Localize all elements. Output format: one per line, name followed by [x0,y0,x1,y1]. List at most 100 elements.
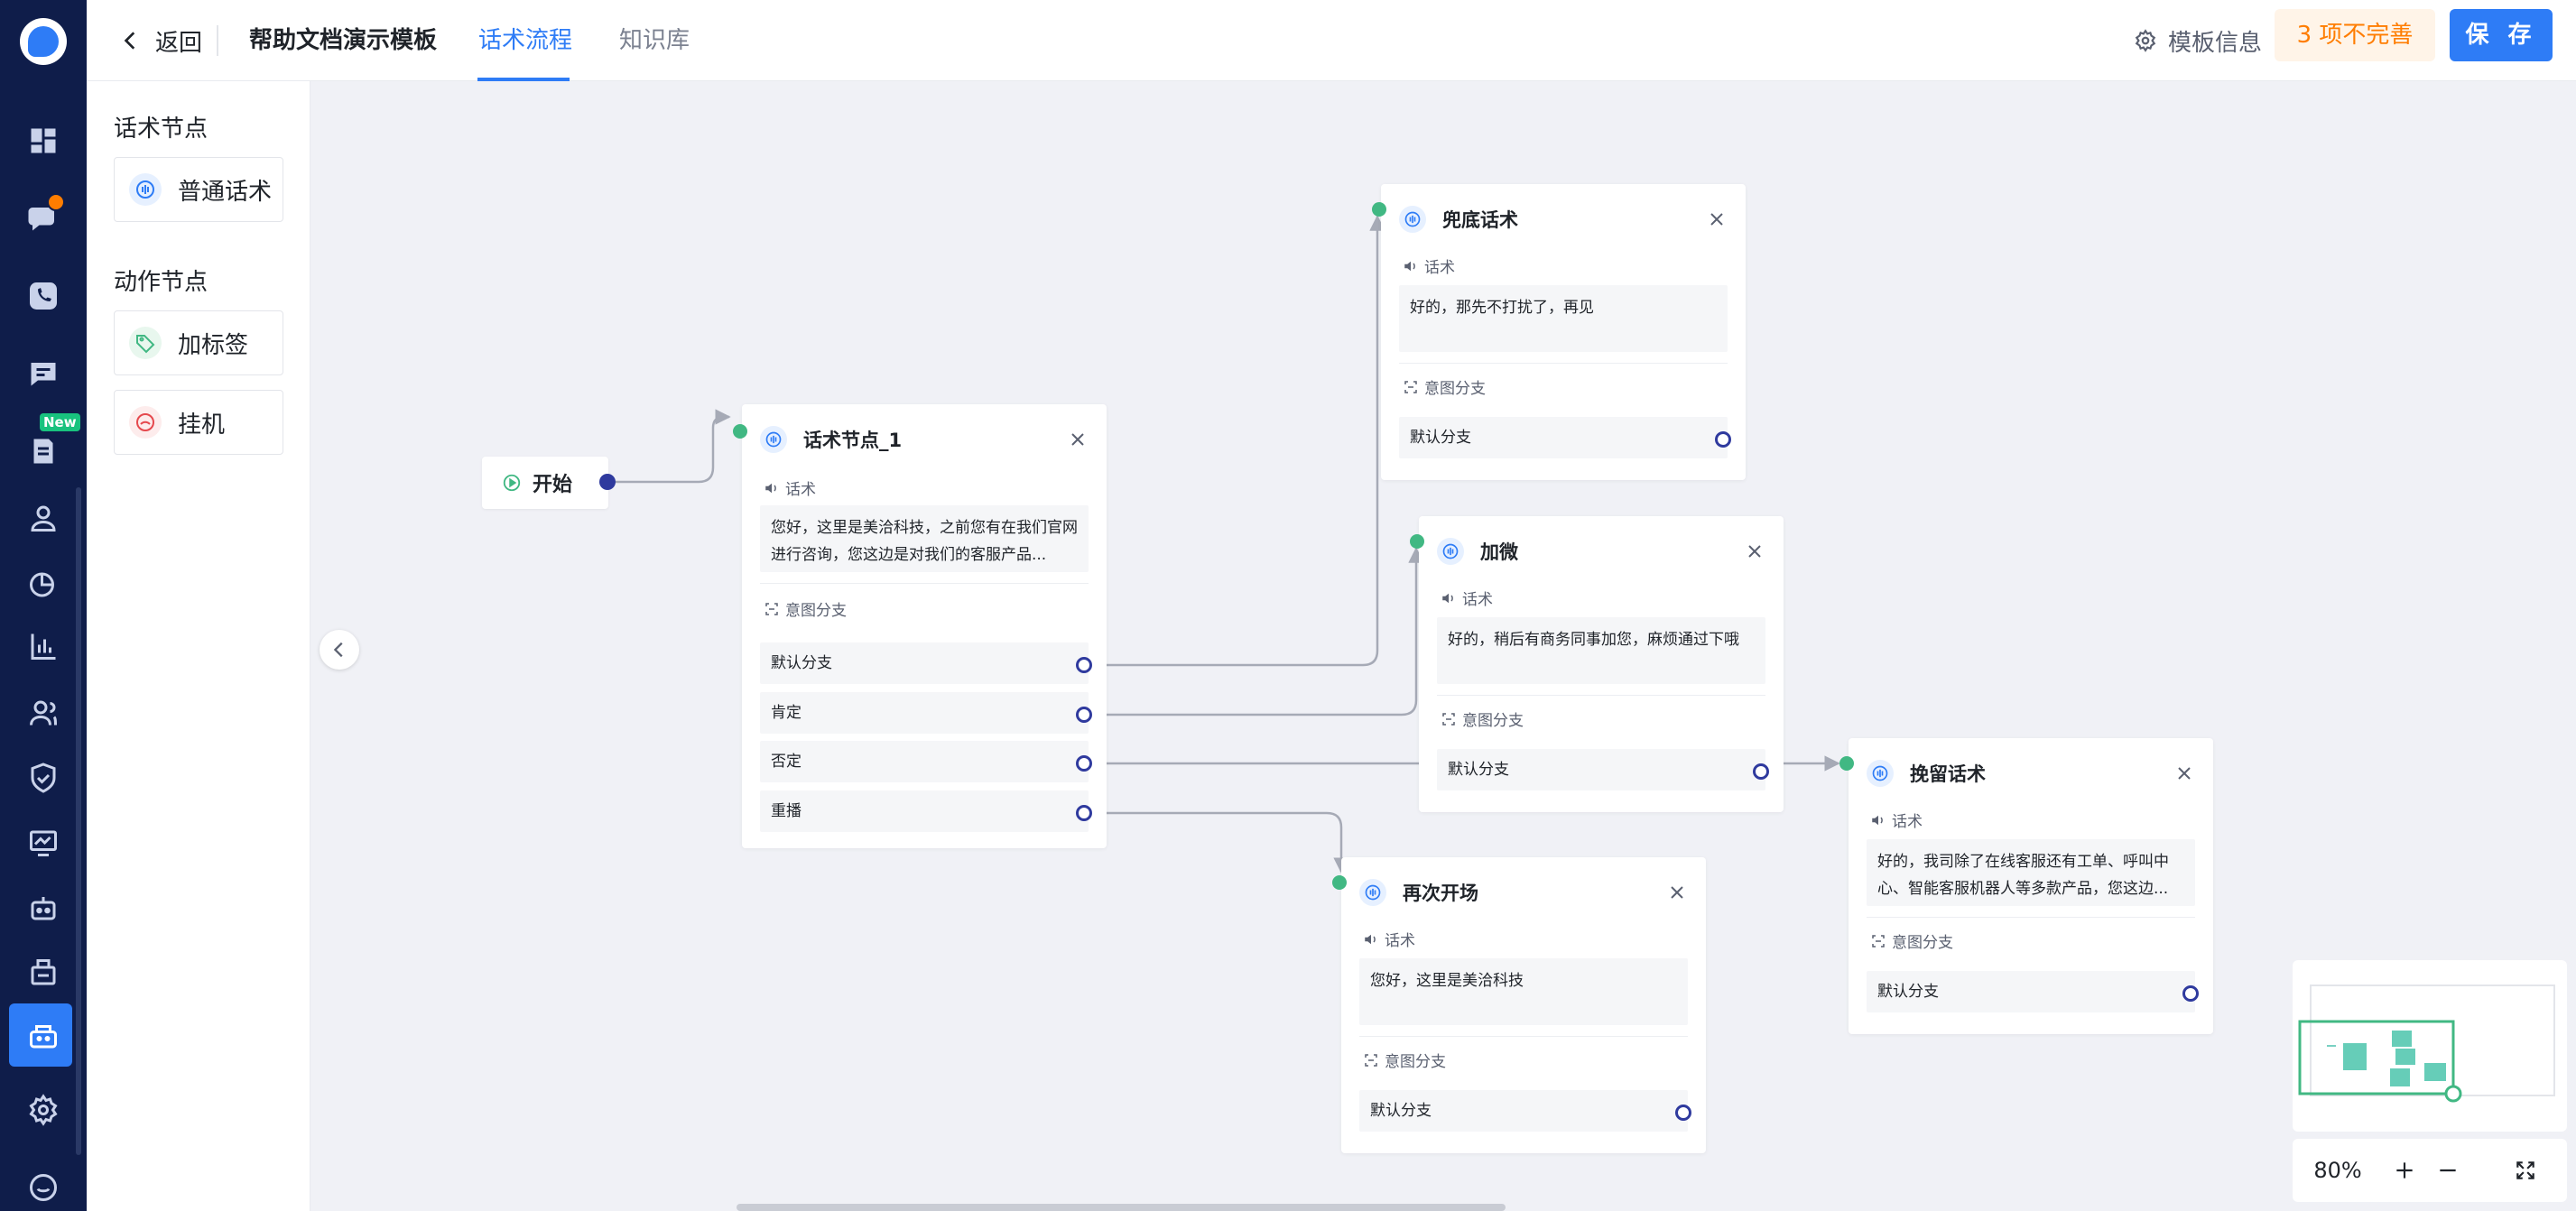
close-icon[interactable] [2173,763,2195,784]
tab-script-flow[interactable]: 话术流程 [478,20,572,61]
branch-output-port[interactable] [1675,1105,1691,1121]
scan-icon [1404,380,1417,393]
minimap[interactable] [2293,960,2567,1132]
section-label-text: 话术 [1462,591,1493,609]
phone-icon[interactable] [23,276,63,316]
call-bot-icon[interactable] [23,1016,63,1056]
branch-output-port[interactable] [1753,763,1769,780]
node-input-port[interactable] [1372,202,1386,217]
play-circle-icon [503,474,521,492]
node-title: 话术节点_1 [803,430,903,451]
close-icon[interactable] [1666,882,1688,903]
minimap-preview [2298,985,2555,1103]
speaker-icon [765,483,776,493]
edge-start-to-node1[interactable] [607,409,731,484]
palette-item-hang-up[interactable]: 挂机 [114,390,283,455]
node-input-port[interactable] [1332,875,1347,890]
flow-node-speech-1[interactable]: 话术节点_1 话术 您好，这里是美洽科技，之前您有在我们官网进行咨询，您这边是对… [742,404,1107,848]
tab-knowledge-base[interactable]: 知识库 [619,20,690,61]
top-bar: 返回 帮助文档演示模板 话术流程 知识库 模板信息 3 项不完善 保 存 [87,0,2576,81]
branch-output-port[interactable] [2182,985,2199,1002]
flow-canvas[interactable]: 开始 话术节点_1 话术 您好，这里是美洽科技，之前您有在我们官网进行咨询，您这… [310,81,2576,1211]
scan-icon [765,602,778,615]
branch-default[interactable]: 默认分支 [1399,417,1728,458]
mailbox-icon[interactable] [23,953,63,993]
incomplete-items-button[interactable]: 3 项不完善 [2275,9,2435,61]
flow-node-reopen[interactable]: 再次开场 话术 您好，这里是美洽科技 意图分支 默认分支 [1341,857,1706,1153]
zoom-controls: 80% [2293,1139,2567,1202]
section-label-text: 意图分支 [1385,1053,1446,1071]
close-icon[interactable] [1706,208,1728,230]
branch-affirm[interactable]: 肯定 [760,692,1089,734]
save-button[interactable]: 保 存 [2450,9,2553,61]
team-icon[interactable] [23,693,63,733]
speaker-icon [1365,934,1376,944]
shield-icon[interactable] [23,758,63,798]
speech-icon [1399,206,1426,233]
branch-output-port[interactable] [1076,805,1092,821]
close-icon[interactable] [1067,429,1089,450]
speech-section-label: 话术 [1441,587,1493,609]
section-label-text: 意图分支 [1462,712,1524,730]
fit-screen-icon [2516,1161,2534,1179]
settings-icon[interactable] [23,1090,63,1130]
template-title: 帮助文档演示模板 [249,27,438,54]
node-input-port[interactable] [1410,534,1424,549]
branch-output-port[interactable] [1715,431,1731,448]
stats-icon[interactable] [23,626,63,666]
edge-affirm-to-wechat[interactable] [1092,547,1424,716]
edge-replay-to-reopen[interactable] [1092,811,1349,874]
branch-deny[interactable]: 否定 [760,741,1089,782]
branch-output-port[interactable] [1076,755,1092,772]
speech-section-label: 话术 [1363,928,1415,950]
node-input-port[interactable] [1839,756,1854,771]
message-icon[interactable] [23,354,63,393]
analytics-icon[interactable] [23,565,63,605]
node-input-port[interactable] [733,424,747,439]
branch-default[interactable]: 默认分支 [760,642,1089,684]
branch-output-port[interactable] [1076,707,1092,723]
branch-default[interactable]: 默认分支 [1437,749,1765,790]
palette-item-label: 普通话术 [178,178,273,206]
branch-output-port[interactable] [1076,657,1092,673]
scan-icon [1872,934,1885,948]
branch-default[interactable]: 默认分支 [1867,971,2195,1012]
user-icon[interactable] [23,498,63,538]
ticket-icon[interactable] [23,431,63,471]
robot-icon[interactable] [23,888,63,928]
palette-item-add-tag[interactable]: 加标签 [114,310,283,375]
back-button[interactable]: 返回 [119,20,202,61]
flow-node-fallback[interactable]: 兜底话术 话术 好的，那先不打扰了，再见 意图分支 默认分支 [1381,184,1746,480]
speech-icon [1437,538,1464,565]
close-icon[interactable] [1744,541,1765,562]
back-label: 返回 [155,29,203,57]
rail-scrollbar[interactable] [76,487,81,1155]
feedback-icon[interactable] [23,1168,63,1207]
flow-node-add-wechat[interactable]: 加微 话术 好的，稍后有商务同事加您，麻烦通过下哦 意图分支 默认分支 [1419,516,1784,812]
fit-view-button[interactable] [2504,1149,2547,1192]
palette-item-label: 加标签 [178,331,249,359]
new-badge: New [40,413,80,431]
section-label-text: 话术 [1892,813,1923,831]
monitor-icon[interactable] [23,823,63,863]
collapse-palette-button[interactable] [320,630,359,670]
start-node[interactable]: 开始 [482,457,608,509]
intent-section-label: 意图分支 [1870,929,1953,952]
zoom-in-button[interactable] [2383,1149,2426,1192]
palette-item-normal-speech[interactable]: 普通话术 [114,157,283,222]
speaker-icon [1404,261,1415,271]
section-label-text: 意图分支 [1892,934,1953,952]
template-info-button[interactable]: 模板信息 [2134,20,2262,61]
edge-default-to-fallback[interactable] [1092,215,1385,667]
speech-icon [1867,760,1894,787]
gear-icon [2135,29,2156,52]
start-output-port[interactable] [599,474,616,490]
app-logo[interactable] [20,18,67,65]
dashboard-icon[interactable] [23,121,63,161]
branch-replay[interactable]: 重播 [760,790,1089,832]
start-label: 开始 [533,474,573,496]
zoom-out-button[interactable] [2426,1149,2469,1192]
flow-node-retain[interactable]: 挽留话术 话术 好的，我司除了在线客服还有工单、呼叫中心、智能客服机器人等多款产… [1849,738,2213,1034]
canvas-horizontal-scrollbar[interactable] [737,1204,1506,1211]
branch-default[interactable]: 默认分支 [1359,1090,1688,1132]
